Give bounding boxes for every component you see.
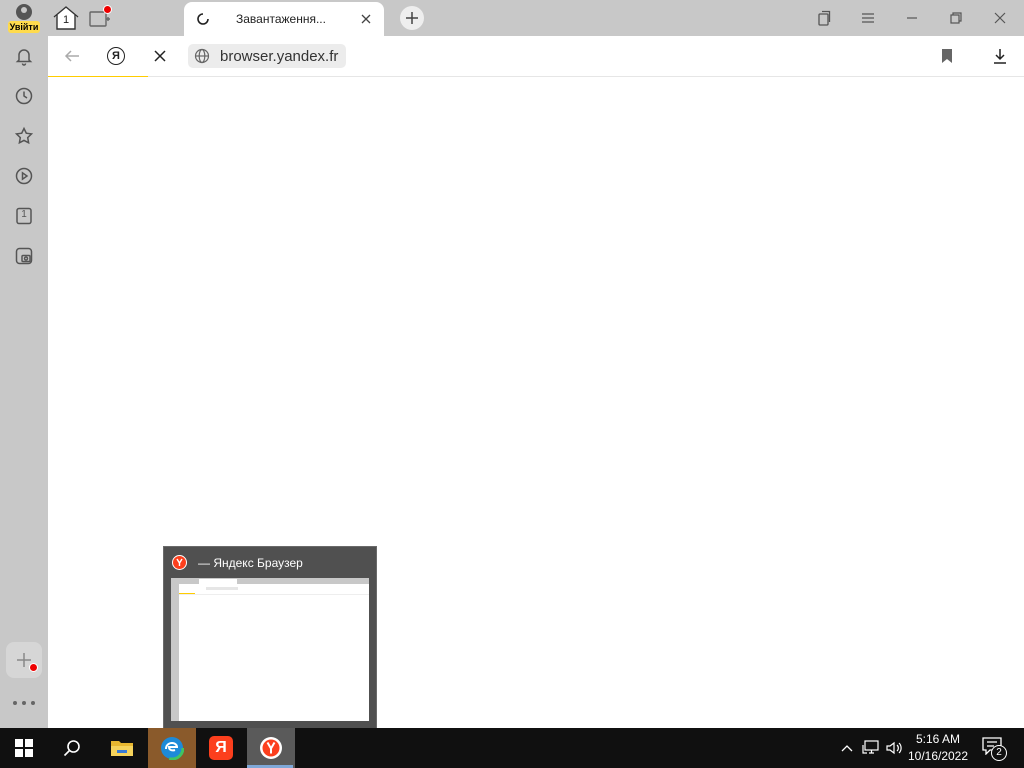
preview-thumbnail	[171, 578, 369, 721]
profile-avatar-icon	[16, 4, 32, 20]
yandex-browser-taskbar-button[interactable]	[247, 728, 295, 768]
notification-dot	[29, 663, 38, 672]
more-dots-icon[interactable]	[13, 696, 35, 710]
notification-count-badge: 2	[991, 745, 1007, 761]
download-icon	[994, 49, 1006, 64]
clock-date: 10/16/2022	[907, 749, 969, 763]
collections-icon[interactable]	[812, 6, 836, 30]
tab-close-button[interactable]	[358, 11, 374, 27]
close-icon	[154, 50, 166, 62]
search-button[interactable]	[48, 728, 96, 768]
tab-counter-icon[interactable]: 1	[12, 204, 36, 228]
clock-time: 5:16 AM	[915, 732, 961, 746]
file-explorer-button[interactable]	[98, 728, 146, 768]
yandex-app-icon: Я	[209, 736, 233, 760]
sidebar: Увійти 1	[0, 0, 48, 728]
notification-dot	[103, 5, 112, 14]
history-clock-icon[interactable]	[12, 84, 36, 108]
action-center-button[interactable]: 2	[982, 737, 1007, 761]
preview-title: — Яндекс Браузер	[198, 556, 303, 570]
yandex-logo-icon: Я	[107, 47, 125, 65]
edge-button[interactable]	[148, 728, 196, 768]
bookmark-button[interactable]	[935, 44, 959, 68]
tab-active[interactable]: Завантаження...	[184, 2, 384, 36]
back-button[interactable]	[60, 44, 84, 68]
yandex-app-button[interactable]: Я	[197, 728, 245, 768]
add-panel-button[interactable]	[6, 642, 42, 678]
url-text: browser.yandex.fr	[220, 47, 339, 65]
stop-loading-button[interactable]	[148, 44, 172, 68]
volume-icon[interactable]	[884, 736, 904, 760]
notifications-bell-icon[interactable]	[12, 44, 36, 68]
home-tab-button[interactable]: 1	[52, 4, 80, 32]
login-badge: Увійти	[8, 21, 40, 33]
network-icon[interactable]	[861, 736, 881, 760]
downloads-button[interactable]	[988, 44, 1012, 68]
address-bar[interactable]: browser.yandex.fr	[188, 44, 347, 68]
back-arrow-icon	[64, 50, 79, 62]
search-icon	[63, 740, 80, 757]
folder-icon	[111, 741, 133, 756]
tray-overflow-chevron-icon[interactable]	[837, 736, 857, 760]
restore-button[interactable]	[944, 6, 968, 30]
taskbar-preview-window[interactable]: — Яндекс Браузер	[163, 546, 377, 730]
yandex-browser-icon	[260, 737, 282, 759]
minimize-button[interactable]	[900, 6, 924, 30]
system-clock[interactable]: 5:16 AM 10/16/2022	[906, 731, 970, 765]
bookmark-icon	[942, 49, 952, 63]
yandex-browser-icon	[172, 555, 187, 570]
tab-groups-icon[interactable]	[86, 4, 114, 32]
bookmarks-star-icon[interactable]	[12, 124, 36, 148]
tab-title: Завантаження...	[236, 12, 326, 26]
taskbar: Я	[0, 728, 1024, 768]
tab-bar: 1 Завантаження...	[48, 0, 1024, 36]
tab-counter-label: 1	[21, 209, 27, 220]
screenshot-camera-icon[interactable]	[12, 244, 36, 268]
yandex-app-letter: Я	[215, 739, 227, 756]
plus-icon	[406, 12, 418, 24]
menu-icon[interactable]	[856, 6, 880, 30]
new-tab-button[interactable]	[400, 6, 424, 30]
loading-spinner-icon	[197, 13, 209, 25]
windows-logo-icon	[15, 739, 33, 757]
close-window-button[interactable]	[988, 6, 1012, 30]
video-play-icon[interactable]	[12, 164, 36, 188]
start-button[interactable]	[0, 728, 48, 768]
profile-button[interactable]: Увійти	[6, 2, 42, 34]
edge-icon	[160, 736, 184, 760]
globe-icon	[194, 48, 210, 64]
yandex-home-button[interactable]: Я	[104, 44, 128, 68]
close-icon	[361, 14, 371, 24]
navigation-toolbar: Я browser.yandex.fr	[48, 36, 1024, 77]
home-tab-count: 1	[62, 14, 70, 26]
